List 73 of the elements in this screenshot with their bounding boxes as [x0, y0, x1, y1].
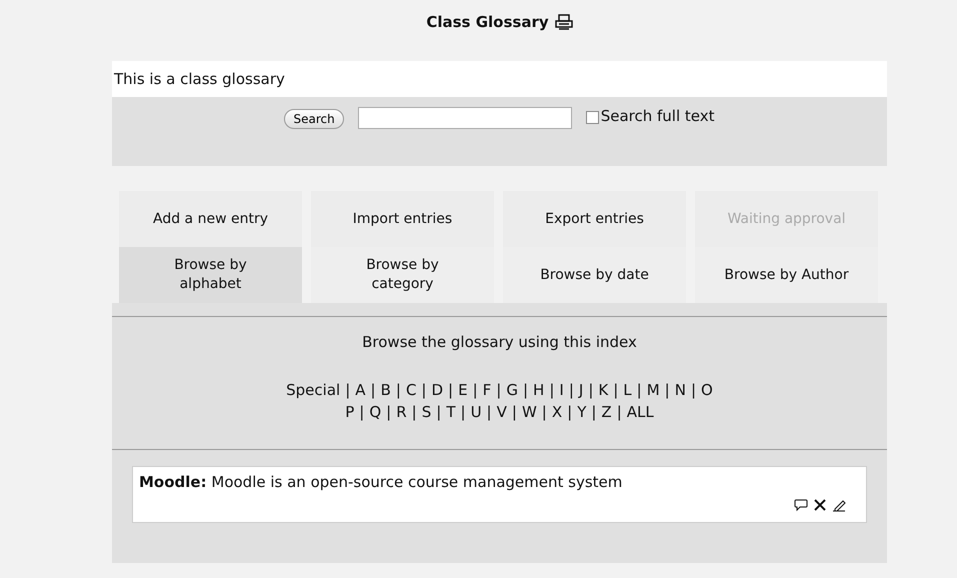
separator: |	[448, 380, 454, 401]
letter-link[interactable]: F	[482, 379, 492, 401]
action-tab[interactable]: Import entries	[311, 191, 494, 247]
entry-text: Moodle: Moodle is an open-source course management system	[139, 473, 622, 491]
separator: |	[421, 380, 426, 401]
separator: |	[664, 380, 670, 401]
action-tab[interactable]: Export entries	[503, 191, 686, 247]
letter-link[interactable]: R	[396, 401, 407, 423]
search-field[interactable]	[358, 107, 572, 129]
letter-link[interactable]: ALL	[626, 401, 654, 423]
separator: |	[359, 402, 364, 423]
letter-link[interactable]: Y	[577, 401, 586, 423]
browse-tab[interactable]: Browse by category	[311, 247, 494, 303]
browse-tab[interactable]: Browse by Author	[695, 247, 878, 303]
comment-icon[interactable]	[794, 499, 808, 512]
separator: |	[370, 380, 376, 401]
letter-link[interactable]: Q	[369, 401, 382, 423]
letter-link[interactable]: I	[559, 379, 564, 401]
letter-link[interactable]: M	[646, 379, 660, 401]
separator: |	[591, 402, 596, 423]
letter-link[interactable]: Z	[601, 401, 612, 423]
search-button[interactable]: Search	[284, 109, 344, 129]
separator: |	[386, 402, 392, 423]
letter-link[interactable]: H	[533, 379, 544, 401]
separator: |	[345, 380, 350, 401]
letter-link[interactable]: L	[623, 379, 632, 401]
edit-icon[interactable]	[832, 499, 846, 512]
separator: |	[616, 402, 622, 423]
printer-icon[interactable]	[554, 14, 573, 30]
full-text-label: Search full text	[600, 107, 715, 125]
letter-link[interactable]: X	[552, 401, 562, 423]
browse-tab[interactable]: Browse by date	[503, 247, 686, 303]
letter-link[interactable]: W	[522, 401, 537, 423]
separator: |	[512, 402, 517, 423]
letter-link[interactable]: G	[506, 379, 518, 401]
browse-tab[interactable]: Browse by alphabet	[119, 247, 302, 303]
letter-link[interactable]: T	[446, 401, 456, 423]
separator: |	[568, 380, 574, 401]
letter-link[interactable]: J	[578, 379, 584, 401]
letter-link[interactable]: K	[598, 379, 608, 401]
separator: |	[496, 380, 502, 401]
separator: |	[522, 380, 528, 401]
letter-link[interactable]: A	[355, 379, 366, 401]
delete-icon[interactable]	[814, 499, 826, 511]
letter-link[interactable]: B	[380, 379, 391, 401]
separator: |	[588, 380, 594, 401]
separator: |	[412, 402, 417, 423]
letter-link[interactable]: D	[431, 379, 444, 401]
separator: |	[613, 380, 618, 401]
letter-link[interactable]: S	[422, 401, 432, 423]
letter-link[interactable]: C	[406, 379, 416, 401]
letter-link[interactable]: V	[496, 401, 507, 423]
letter-link[interactable]: E	[458, 379, 468, 401]
separator: |	[472, 380, 478, 401]
letter-link[interactable]: P	[345, 401, 354, 423]
letter-link[interactable]: N	[674, 379, 686, 401]
separator: |	[567, 402, 572, 423]
letter-link[interactable]: Special	[286, 379, 340, 401]
separator: |	[549, 380, 554, 401]
glossary-description: This is a class glossary	[112, 61, 887, 97]
page-title: Class Glossary	[426, 13, 549, 31]
separator: |	[486, 402, 492, 423]
separator: |	[690, 380, 696, 401]
separator: |	[436, 402, 442, 423]
action-tab[interactable]: Add a new entry	[119, 191, 302, 247]
full-text-checkbox[interactable]	[586, 111, 599, 124]
letter-link[interactable]: O	[701, 379, 713, 401]
separator: |	[542, 402, 547, 423]
separator: |	[460, 402, 466, 423]
separator: |	[636, 380, 642, 401]
separator: |	[396, 380, 401, 401]
letter-link[interactable]: U	[470, 401, 482, 423]
index-heading: Browse the glossary using this index	[361, 332, 638, 353]
